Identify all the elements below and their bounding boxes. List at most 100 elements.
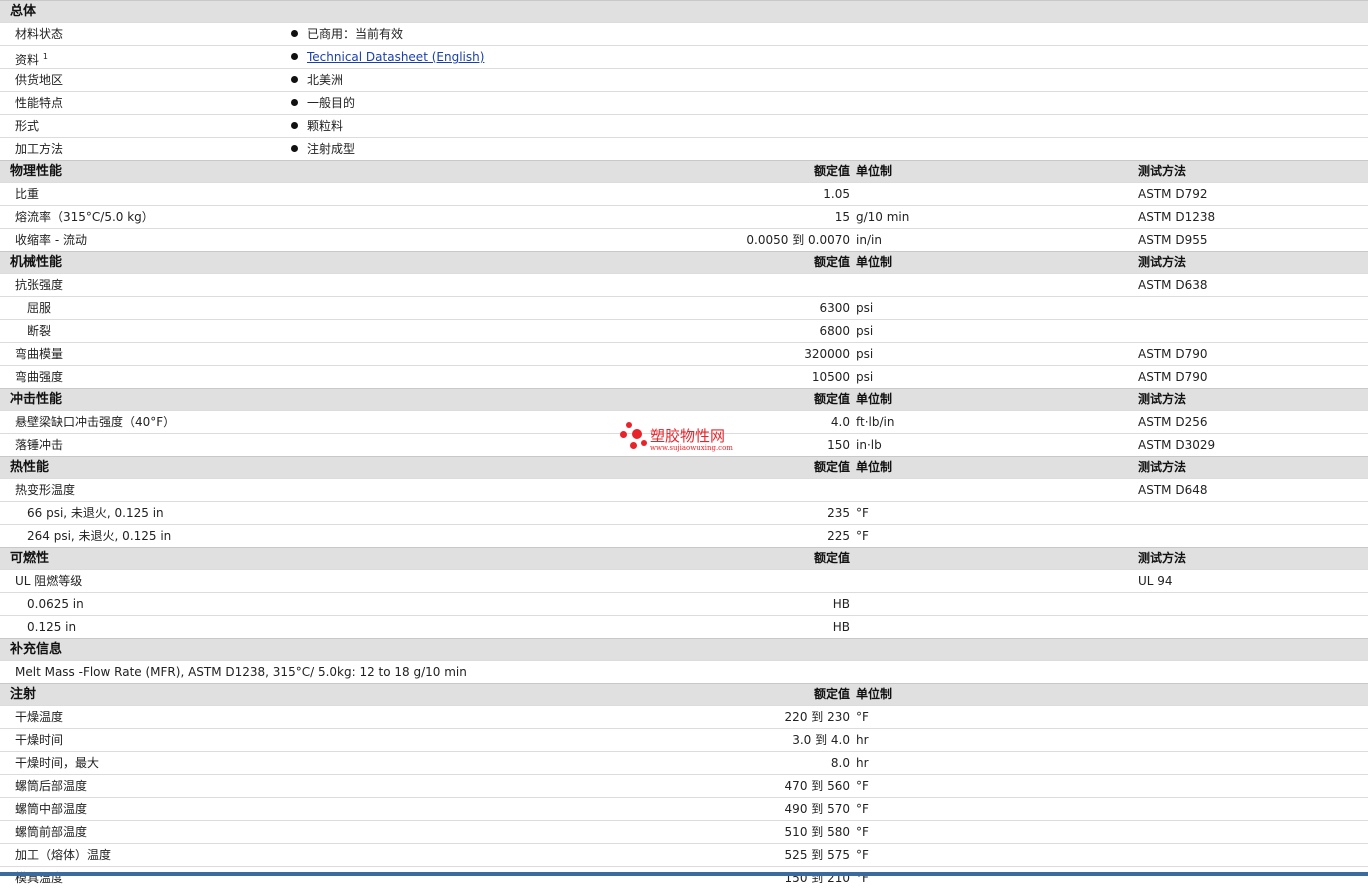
row-value: 150	[827, 438, 850, 452]
row-label: 抗张强度	[15, 278, 64, 292]
row-label: 模具温度	[15, 871, 64, 885]
section-title: 冲击性能	[10, 392, 63, 407]
row-unit: hr	[856, 733, 869, 747]
row-unit: g/10 min	[856, 210, 910, 224]
row-unit: ft·lb/in	[856, 415, 895, 429]
table-row: 资料 1 Technical Datasheet (English)	[0, 45, 1368, 68]
col-header-value: 额定值	[813, 392, 850, 406]
col-header-method: 测试方法	[1138, 460, 1187, 474]
table-row: 屈服 6300 psi	[0, 296, 1368, 319]
row-value: HB	[832, 620, 850, 634]
row-value: 525 到 575	[784, 848, 850, 862]
col-header-unit: 单位制	[856, 255, 893, 269]
row-value: 235	[827, 506, 850, 520]
bottom-scroll-bar	[0, 872, 1368, 876]
row-value: 0.0050 到 0.0070	[746, 233, 850, 247]
col-header-value: 额定值	[813, 255, 850, 269]
row-label: 悬壁梁缺口冲击强度（40°F）	[15, 415, 176, 429]
technical-datasheet-link[interactable]: Technical Datasheet (English)	[307, 50, 484, 64]
row-label: 干燥时间，最大	[15, 756, 100, 770]
row-unit: in·lb	[856, 438, 882, 452]
table-row: 干燥温度 220 到 230 °F	[0, 705, 1368, 728]
row-value: 注射成型	[291, 138, 355, 160]
col-header-unit: 单位制	[856, 460, 893, 474]
row-value: 4.0	[830, 415, 850, 429]
col-header-value: 额定值	[813, 460, 850, 474]
table-row: 抗张强度 ASTM D638	[0, 273, 1368, 296]
section-title: 补充信息	[10, 642, 63, 657]
table-row: 加工（熔体）温度 525 到 575 °F	[0, 843, 1368, 866]
row-label: 弯曲强度	[15, 370, 64, 384]
table-row: 收缩率 - 流动 0.0050 到 0.0070 in/in ASTM D955	[0, 228, 1368, 251]
col-header-method: 测试方法	[1138, 255, 1187, 269]
row-unit: °F	[856, 710, 869, 724]
row-label: 螺筒中部温度	[15, 802, 88, 816]
section-title: 机械性能	[10, 255, 63, 270]
row-unit: °F	[856, 825, 869, 839]
row-label: 螺筒前部温度	[15, 825, 88, 839]
section-title: 总体	[10, 4, 37, 19]
row-value: 颗粒料	[291, 115, 343, 137]
row-method: ASTM D790	[1138, 347, 1208, 361]
row-value: 225	[827, 529, 850, 543]
row-method: ASTM D790	[1138, 370, 1208, 384]
row-label: 断裂	[27, 324, 52, 338]
logo-dot-icon	[641, 440, 647, 446]
footnote-marker: 1	[42, 52, 48, 61]
row-value: 一般目的	[291, 92, 355, 114]
row-unit: in/in	[856, 233, 882, 247]
section-header-physical: 物理性能 额定值 单位制 测试方法	[0, 160, 1368, 182]
row-label: 加工（熔体）温度	[15, 848, 112, 862]
row-label: 形式	[15, 119, 40, 133]
table-row: 干燥时间，最大 8.0 hr	[0, 751, 1368, 774]
table-row: 264 psi, 未退火, 0.125 in 225 °F	[0, 524, 1368, 547]
col-header-value: 额定值	[813, 551, 850, 565]
row-unit: °F	[856, 848, 869, 862]
row-unit: °F	[856, 871, 869, 885]
row-unit: °F	[856, 529, 869, 543]
row-label: 干燥时间	[15, 733, 64, 747]
table-row: 模具温度 150 到 210 °F	[0, 866, 1368, 889]
col-header-value: 额定值	[813, 687, 850, 701]
table-row: 加工方法 注射成型	[0, 137, 1368, 160]
row-label: 屈服	[27, 301, 52, 315]
table-row: 性能特点 一般目的	[0, 91, 1368, 114]
table-row: Melt Mass -Flow Rate (MFR), ASTM D1238, …	[0, 660, 1368, 683]
section-header-flammability: 可燃性 额定值 测试方法	[0, 547, 1368, 569]
row-label: 干燥温度	[15, 710, 64, 724]
section-title: 注射	[10, 687, 37, 702]
row-value: 15	[834, 210, 850, 224]
row-value: 470 到 560	[784, 779, 850, 793]
logo-dot-icon	[630, 442, 637, 449]
section-header-injection: 注射 额定值 单位制	[0, 683, 1368, 705]
table-row: 热变形温度 ASTM D648	[0, 478, 1368, 501]
row-unit: psi	[856, 347, 874, 361]
row-label: 66 psi, 未退火, 0.125 in	[27, 506, 164, 520]
table-row: 干燥时间 3.0 到 4.0 hr	[0, 728, 1368, 751]
table-row: 66 psi, 未退火, 0.125 in 235 °F	[0, 501, 1368, 524]
row-label: 弯曲模量	[15, 347, 64, 361]
bullet-icon	[291, 76, 298, 83]
row-value: Technical Datasheet (English)	[291, 46, 484, 68]
row-value: 6800	[819, 324, 850, 338]
bullet-icon	[291, 30, 298, 37]
watermark-url: www.sujiaowuxing.com	[650, 444, 733, 452]
col-header-unit: 单位制	[856, 392, 893, 406]
row-value: 8.0	[830, 756, 850, 770]
table-row: 断裂 6800 psi	[0, 319, 1368, 342]
row-unit: psi	[856, 324, 874, 338]
row-label: 比重	[15, 187, 40, 201]
row-label: 材料状态	[15, 27, 64, 41]
row-unit: °F	[856, 779, 869, 793]
row-label: 性能特点	[15, 96, 64, 110]
row-value: 10500	[811, 370, 850, 384]
row-value: 3.0 到 4.0	[792, 733, 850, 747]
row-label: 0.125 in	[27, 620, 77, 634]
table-row: 弯曲强度 10500 psi ASTM D790	[0, 365, 1368, 388]
section-title: 可燃性	[10, 551, 50, 566]
row-method: ASTM D3029	[1138, 438, 1216, 452]
row-value: 510 到 580	[784, 825, 850, 839]
row-value: 6300	[819, 301, 850, 315]
logo-dot-icon	[632, 429, 642, 439]
section-title: 物理性能	[10, 164, 63, 179]
